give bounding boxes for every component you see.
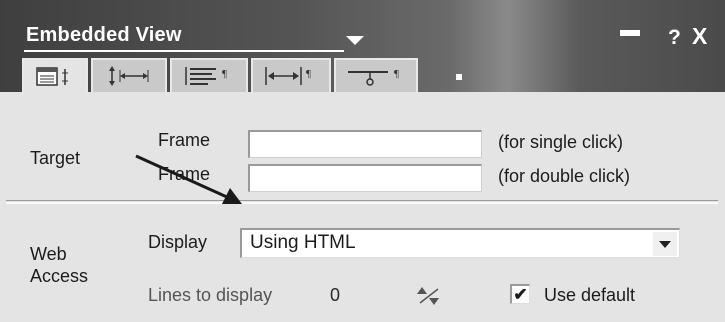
properties-panel: Target Frame (for single click) Frame (f… [0,92,725,322]
lines-to-display-input[interactable]: 0 [318,283,414,309]
target-section-label: Target [30,148,81,168]
display-select[interactable]: Using HTML [240,228,680,258]
tab-strip: ¶ ¶ ¶ [22,58,421,94]
tab-scroll-icon[interactable] [456,74,462,80]
title-underline [24,50,344,52]
close-button[interactable]: X [692,23,707,50]
minimize-button[interactable] [620,30,640,36]
section-divider [6,202,718,204]
svg-text:¶: ¶ [306,68,311,80]
display-label: Display [148,232,208,252]
web-access-label-line1: Web [30,244,67,264]
basics-tab[interactable] [22,58,88,94]
svg-text:¶: ¶ [394,68,399,80]
hide-when-icon: ¶ [348,68,399,86]
width-arrows-icon: ¶ [265,67,311,85]
title-dropdown-icon[interactable] [346,36,364,45]
frame-single-label: Frame [158,130,211,150]
title-bar: Embedded View ? X ¶ ¶ ¶ [0,0,725,94]
alignment-tab[interactable]: ¶ [170,58,248,92]
hide-tab[interactable]: ¶ [334,58,418,92]
use-default-label: Use default [544,285,636,305]
paragraph-align-icon: ¶ [185,67,227,85]
spinner-icon[interactable] [416,285,442,307]
resize-icon [109,66,149,86]
svg-text:¶: ¶ [222,68,227,80]
annotation-arrow-icon [135,154,242,204]
frame-single-click-input[interactable] [248,130,482,158]
use-default-checkbox[interactable]: ✔ [510,284,530,304]
spacing-tab[interactable]: ¶ [251,58,331,92]
window-title: Embedded View [26,24,182,46]
size-tab[interactable] [91,58,167,92]
lines-to-display-label: Lines to display [148,285,273,305]
chevron-down-icon[interactable] [653,232,677,256]
frame-double-click-input[interactable] [248,164,482,192]
section-divider-shadow [6,200,718,201]
single-click-note: (for single click) [498,132,624,152]
display-select-value: Using HTML [250,232,356,253]
help-button[interactable]: ? [668,26,681,50]
web-access-label-line2: Access [30,266,89,286]
list-props-icon [36,67,68,86]
double-click-note: (for double click) [498,166,631,186]
